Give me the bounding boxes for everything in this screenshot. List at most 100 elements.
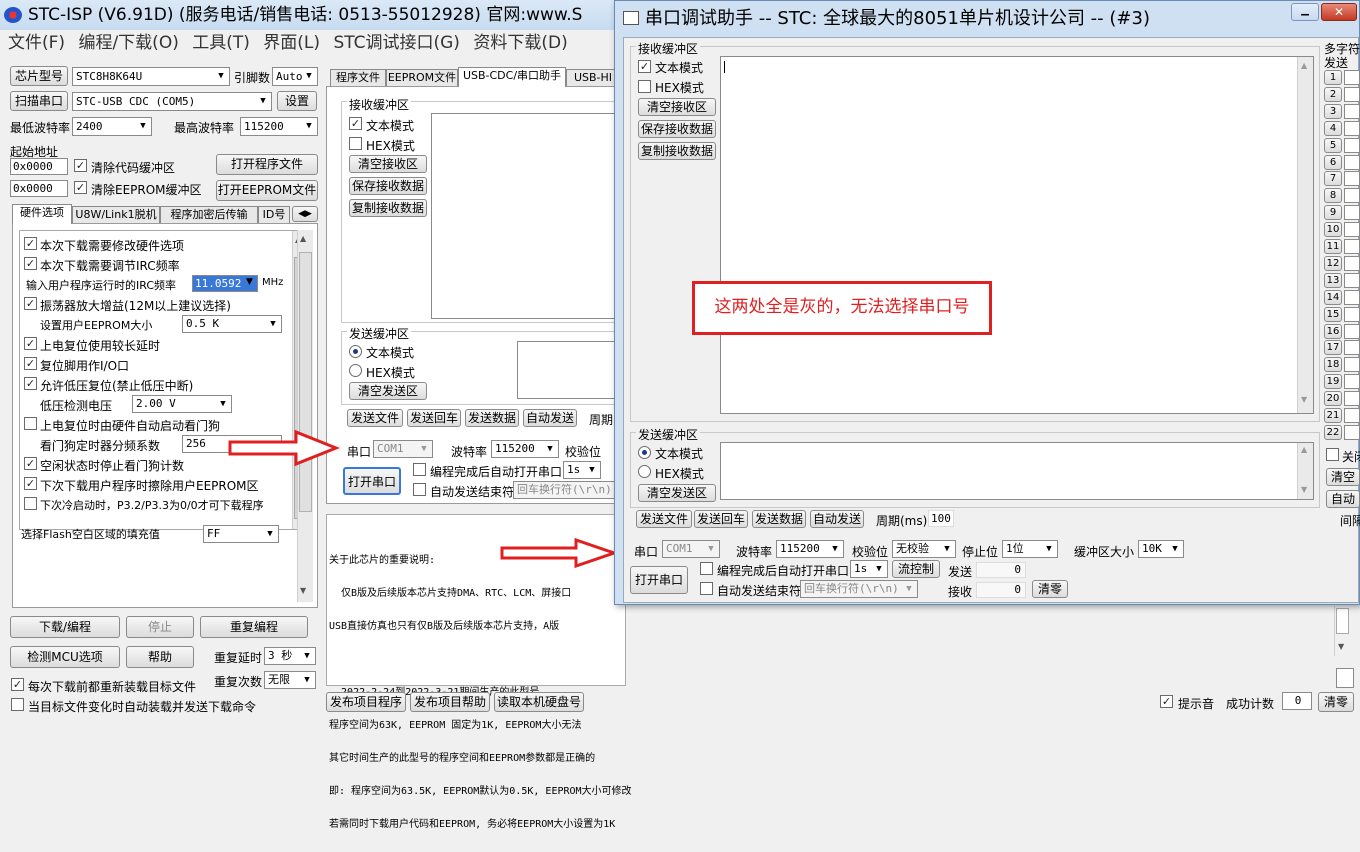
multi-send-button[interactable]: 19	[1324, 374, 1342, 390]
close-icon[interactable]: ✕	[1321, 3, 1357, 21]
opt1-checkbox[interactable]: ✓	[24, 237, 37, 250]
opt4-checkbox[interactable]: ✓	[24, 337, 37, 350]
multi-send-input[interactable]	[1344, 205, 1360, 221]
serial-open-port-button[interactable]: 打开串口	[630, 566, 688, 594]
end-char-select[interactable]: 回车换行符(\r\n)	[513, 481, 621, 499]
serial-copy-recv-button[interactable]: 复制接收数据	[638, 142, 716, 160]
serial-auto-open-select[interactable]: 1s ▼	[850, 560, 888, 578]
help-button[interactable]: 帮助	[126, 646, 194, 668]
right-auto-button[interactable]: 自动	[1326, 490, 1360, 508]
serial-buffer-select[interactable]: 10K ▼	[1138, 540, 1184, 558]
multi-send-input[interactable]	[1344, 137, 1360, 153]
multi-send-button[interactable]: 20	[1324, 391, 1342, 407]
mcu-type-select[interactable]: STC8H8K64U ▼	[72, 67, 230, 86]
tab-usb-hid[interactable]: USB-HI	[566, 69, 620, 87]
beep-checkbox[interactable]: ✓	[1160, 695, 1173, 708]
multi-send-input[interactable]	[1344, 323, 1360, 339]
multi-send-button[interactable]: 4	[1324, 120, 1342, 136]
opt10-checkbox[interactable]	[24, 497, 37, 510]
multi-send-button[interactable]: 13	[1324, 272, 1342, 288]
scroll-down-icon[interactable]: ▼	[1338, 642, 1344, 651]
opt8-checkbox[interactable]: ✓	[24, 457, 37, 470]
clear-code-checkbox[interactable]: ✓	[74, 159, 87, 172]
multi-send-button[interactable]: 5	[1324, 137, 1342, 153]
multi-send-input[interactable]	[1344, 171, 1360, 187]
serial-clear-send-button[interactable]: 清空发送区	[638, 484, 716, 502]
serial-port-select-disabled[interactable]: COM1 ▼	[662, 540, 720, 558]
multi-send-input[interactable]	[1344, 424, 1360, 440]
serial-parity-select[interactable]: 无校验 ▼	[892, 540, 956, 558]
publish-help-button[interactable]: 发布项目帮助	[410, 692, 490, 712]
retry-count-select[interactable]: 无限 ▼	[264, 671, 316, 689]
multi-send-button[interactable]: 18	[1324, 357, 1342, 373]
recv-scrollbar[interactable]: ▲ ▼	[1297, 57, 1313, 413]
opt7-checkbox[interactable]	[24, 417, 37, 430]
publish-program-button[interactable]: 发布项目程序	[326, 692, 406, 712]
right-clear-button[interactable]: 清空	[1326, 468, 1360, 486]
multi-send-button[interactable]: 15	[1324, 306, 1342, 322]
eeprom-size-select[interactable]: 0.5 K ▼	[182, 315, 282, 333]
multi-send-button[interactable]: 22	[1324, 424, 1342, 440]
scroll-down-icon[interactable]: ▼	[1301, 395, 1307, 404]
multi-send-input[interactable]	[1344, 374, 1360, 390]
tab-eeprom-file[interactable]: EEPROM文件	[386, 69, 458, 87]
serial-send-hex-radio[interactable]	[638, 465, 651, 478]
multi-send-input[interactable]	[1344, 306, 1360, 322]
multi-send-input[interactable]	[1344, 154, 1360, 170]
multi-send-input[interactable]	[1344, 408, 1360, 423]
eeprom-addr-input[interactable]: 0x0000	[10, 180, 68, 197]
auto-end-checkbox[interactable]	[413, 483, 426, 496]
mcu-type-button[interactable]: 芯片型号	[10, 66, 68, 86]
send-text-radio[interactable]	[349, 345, 362, 358]
menu-downloads[interactable]: 资料下载(D)	[473, 33, 567, 53]
clear-count-button[interactable]: 清零	[1318, 692, 1354, 712]
open-port-button[interactable]: 打开串口	[343, 467, 401, 495]
max-baud-select[interactable]: 115200 ▼	[240, 117, 318, 136]
menu-tools[interactable]: 工具(T)	[192, 33, 250, 53]
open-program-button[interactable]: 打开程序文件	[216, 154, 318, 175]
serial-send-file-button[interactable]: 发送文件	[636, 510, 692, 528]
multi-send-input[interactable]	[1344, 188, 1360, 204]
multi-send-button[interactable]: 6	[1324, 154, 1342, 170]
port-select-disabled[interactable]: COM1 ▼	[373, 440, 433, 458]
recv-textarea[interactable]	[431, 113, 621, 319]
menu-program[interactable]: 编程/下载(O)	[78, 33, 178, 53]
clear-send-button[interactable]: 清空发送区	[349, 382, 427, 400]
multi-send-input[interactable]	[1344, 120, 1360, 136]
multi-send-button[interactable]: 12	[1324, 255, 1342, 271]
download-button[interactable]: 下载/编程	[10, 616, 120, 638]
send-file-button[interactable]: 发送文件	[347, 409, 403, 427]
read-disk-button[interactable]: 读取本机硬盘号	[494, 692, 584, 712]
tab-scroll-arrows[interactable]: ◀▶	[292, 206, 318, 222]
serial-period-input[interactable]: 100	[928, 510, 954, 527]
reprogram-button[interactable]: 重复编程	[200, 616, 308, 638]
serial-auto-open-checkbox[interactable]	[700, 562, 713, 575]
detect-mcu-button[interactable]: 检测MCU选项	[10, 646, 120, 668]
reload-checkbox[interactable]: ✓	[11, 678, 24, 691]
serial-auto-end-checkbox[interactable]	[700, 582, 713, 595]
multi-send-input[interactable]	[1344, 70, 1360, 85]
open-eeprom-button[interactable]: 打开EEPROM文件	[216, 180, 318, 201]
serial-send-text-radio[interactable]	[638, 446, 651, 459]
clear-eeprom-checkbox[interactable]: ✓	[74, 181, 87, 194]
send-hex-radio[interactable]	[349, 364, 362, 377]
send-enter-button[interactable]: 发送回车	[407, 409, 461, 427]
copy-recv-button[interactable]: 复制接收数据	[349, 199, 427, 217]
right-close-checkbox[interactable]	[1326, 448, 1339, 461]
serial-auto-send-button[interactable]: 自动发送	[810, 510, 864, 528]
send-textarea[interactable]	[517, 341, 621, 399]
multi-send-input[interactable]	[1344, 340, 1360, 356]
tab-encrypt[interactable]: 程序加密后传输	[160, 206, 258, 224]
serial-recv-textarea[interactable]: ▲ ▼	[720, 56, 1314, 414]
multi-send-input[interactable]	[1344, 289, 1360, 305]
stop-button[interactable]: 停止	[126, 616, 194, 638]
serial-recv-text-checkbox[interactable]: ✓	[638, 60, 651, 73]
multi-send-button[interactable]: 17	[1324, 340, 1342, 356]
clear-recv-button[interactable]: 清空接收区	[349, 155, 427, 173]
lvd-select[interactable]: 2.00 V ▼	[132, 395, 232, 413]
port-select[interactable]: STC-USB CDC (COM5) ▼	[72, 92, 272, 111]
menu-debug[interactable]: STC调试接口(G)	[333, 33, 460, 53]
multi-send-button[interactable]: 7	[1324, 171, 1342, 187]
tab-program-file[interactable]: 程序文件	[330, 69, 386, 87]
serial-clear-recv-button[interactable]: 清空接收区	[638, 98, 716, 116]
